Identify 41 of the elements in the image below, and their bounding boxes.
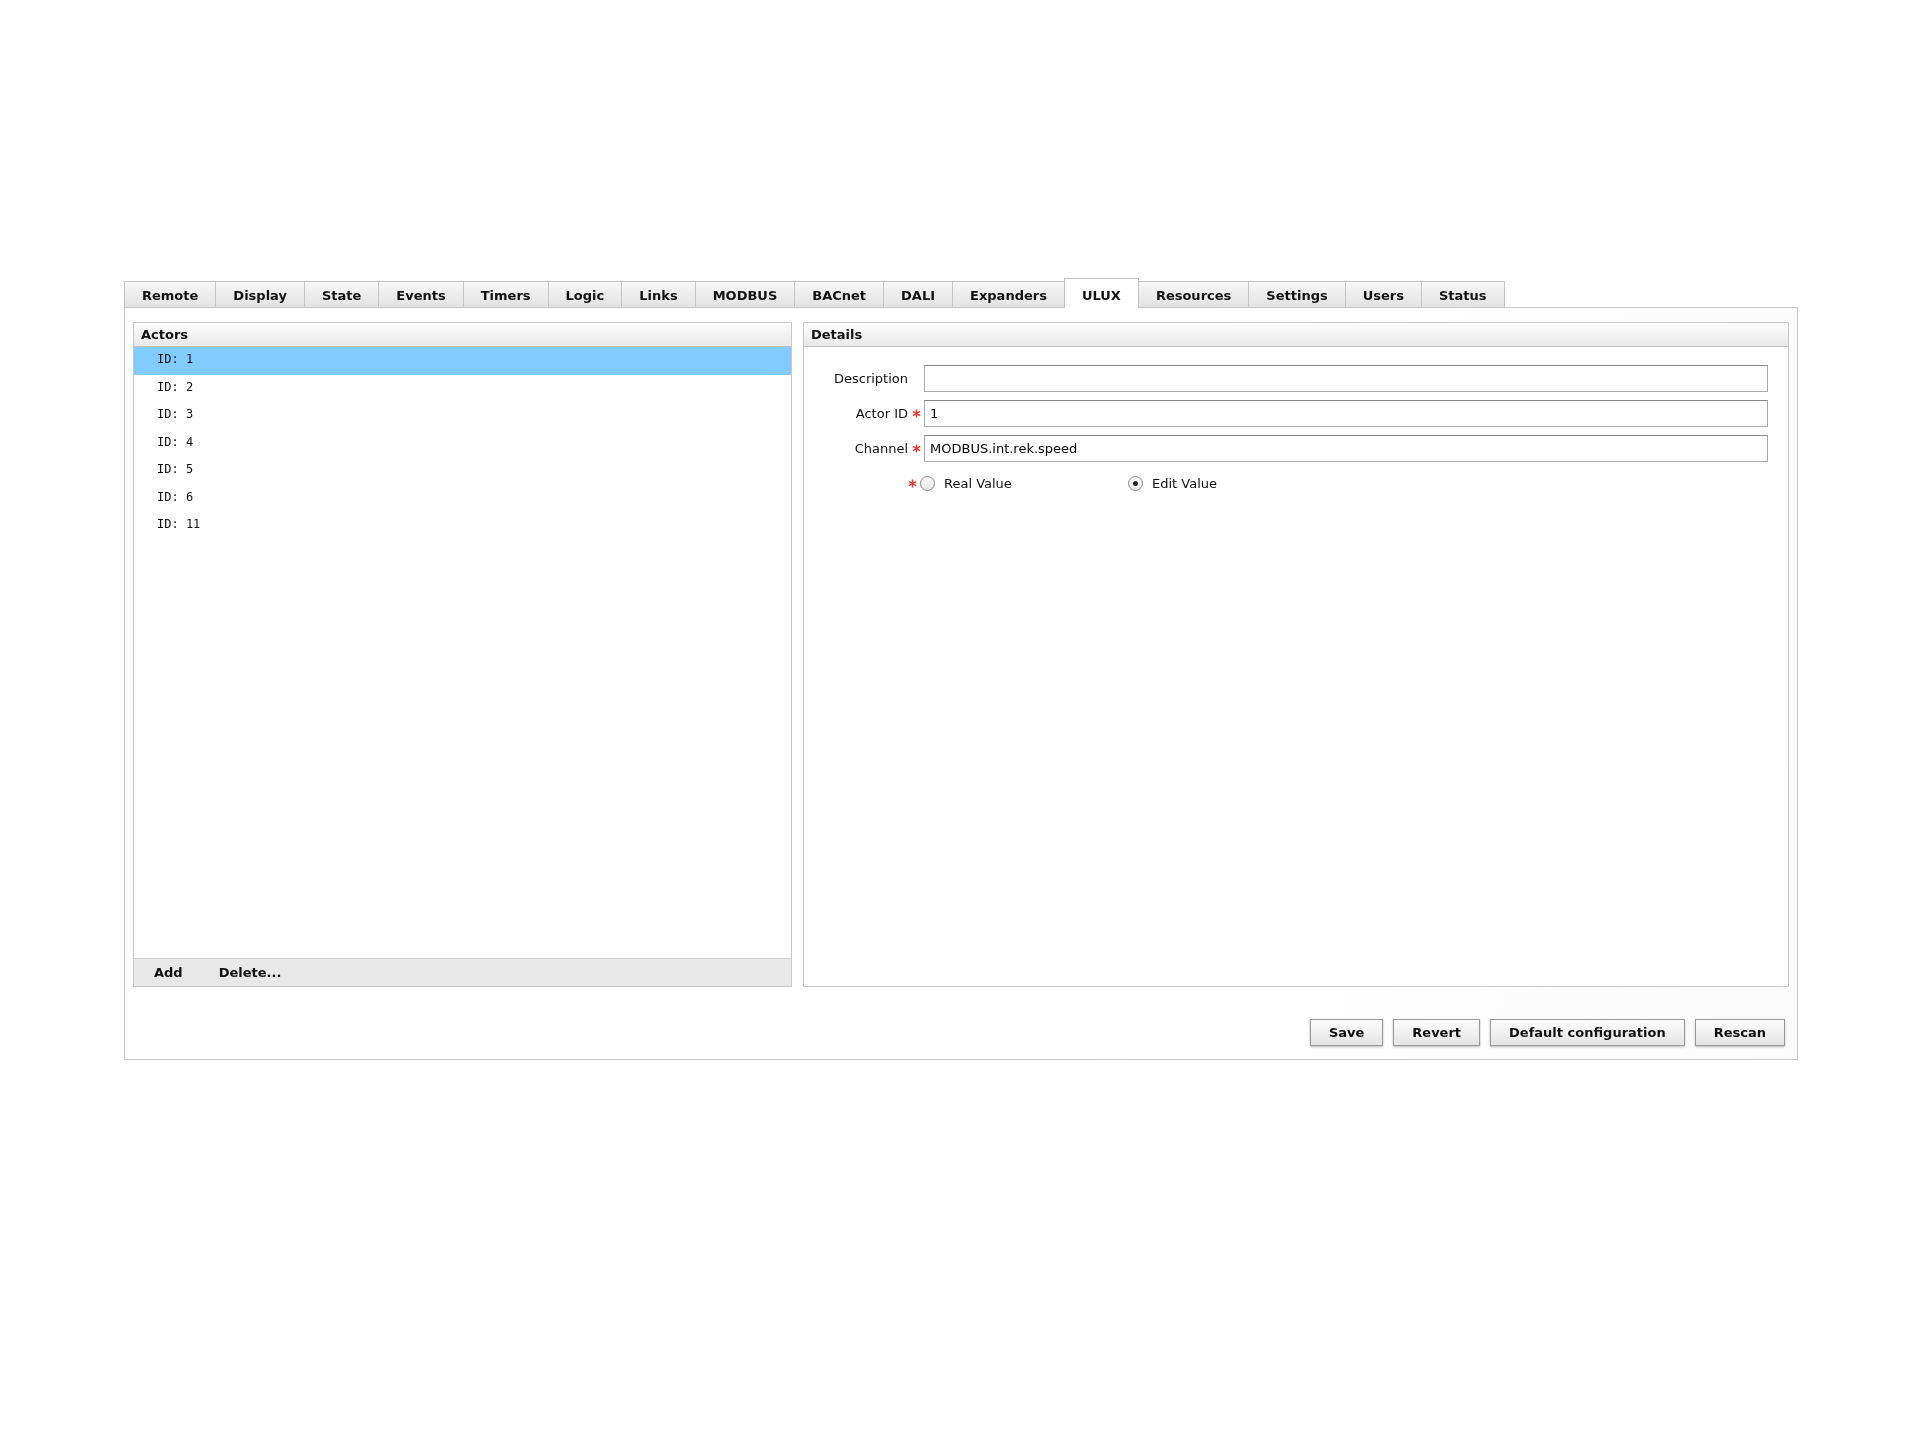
footer-button[interactable]: Add: [142, 963, 195, 982]
tab[interactable]: Settings: [1248, 281, 1346, 307]
input-field[interactable]: 1: [924, 400, 1768, 427]
action-button[interactable]: Default configuration: [1490, 1019, 1685, 1046]
field-label: Channel: [853, 441, 908, 456]
panel-title: Details: [804, 323, 1788, 347]
tab[interactable]: Timers: [462, 281, 549, 307]
list-item[interactable]: ID: 6: [134, 484, 791, 512]
radio-label: Edit Value: [1152, 476, 1217, 491]
tab[interactable]: Display: [215, 281, 305, 307]
tab[interactable]: Users: [1344, 281, 1422, 307]
tab[interactable]: Remote: [124, 281, 217, 307]
tab[interactable]: Events: [378, 281, 464, 307]
field-label: Actor ID: [854, 406, 908, 421]
tab[interactable]: State: [303, 281, 380, 307]
radio-button[interactable]: [1128, 476, 1143, 491]
list-item[interactable]: ID: 4: [134, 429, 791, 457]
action-button[interactable]: Save: [1309, 1019, 1384, 1046]
field-label: Description: [832, 371, 908, 386]
tab[interactable]: MODBUS: [694, 281, 796, 307]
tab[interactable]: ULUX: [1063, 278, 1139, 308]
tab[interactable]: Resources: [1137, 281, 1250, 307]
action-button[interactable]: Revert: [1393, 1019, 1481, 1046]
list-item[interactable]: ID: 5: [134, 457, 791, 485]
tab[interactable]: BACnet: [794, 281, 885, 307]
radio-label: Real Value: [944, 476, 1012, 491]
tab[interactable]: Expanders: [952, 281, 1065, 307]
tab[interactable]: Links: [621, 281, 696, 307]
tab[interactable]: Status: [1420, 281, 1505, 307]
panel-title: Actors: [134, 323, 791, 347]
list-item[interactable]: ID: 11: [134, 512, 791, 540]
list-item[interactable]: ID: 2: [134, 374, 791, 402]
list-item[interactable]: ID: 1: [134, 347, 791, 375]
tab[interactable]: Logic: [547, 281, 623, 307]
footer-button[interactable]: Delete...: [206, 963, 294, 982]
list-item[interactable]: ID: 3: [134, 402, 791, 430]
action-button[interactable]: Rescan: [1694, 1019, 1785, 1046]
input-field[interactable]: [924, 365, 1768, 392]
radio-button[interactable]: [920, 476, 935, 491]
tab[interactable]: DALI: [883, 281, 954, 307]
input-field[interactable]: MODBUS.int.rek.speed: [924, 435, 1768, 462]
